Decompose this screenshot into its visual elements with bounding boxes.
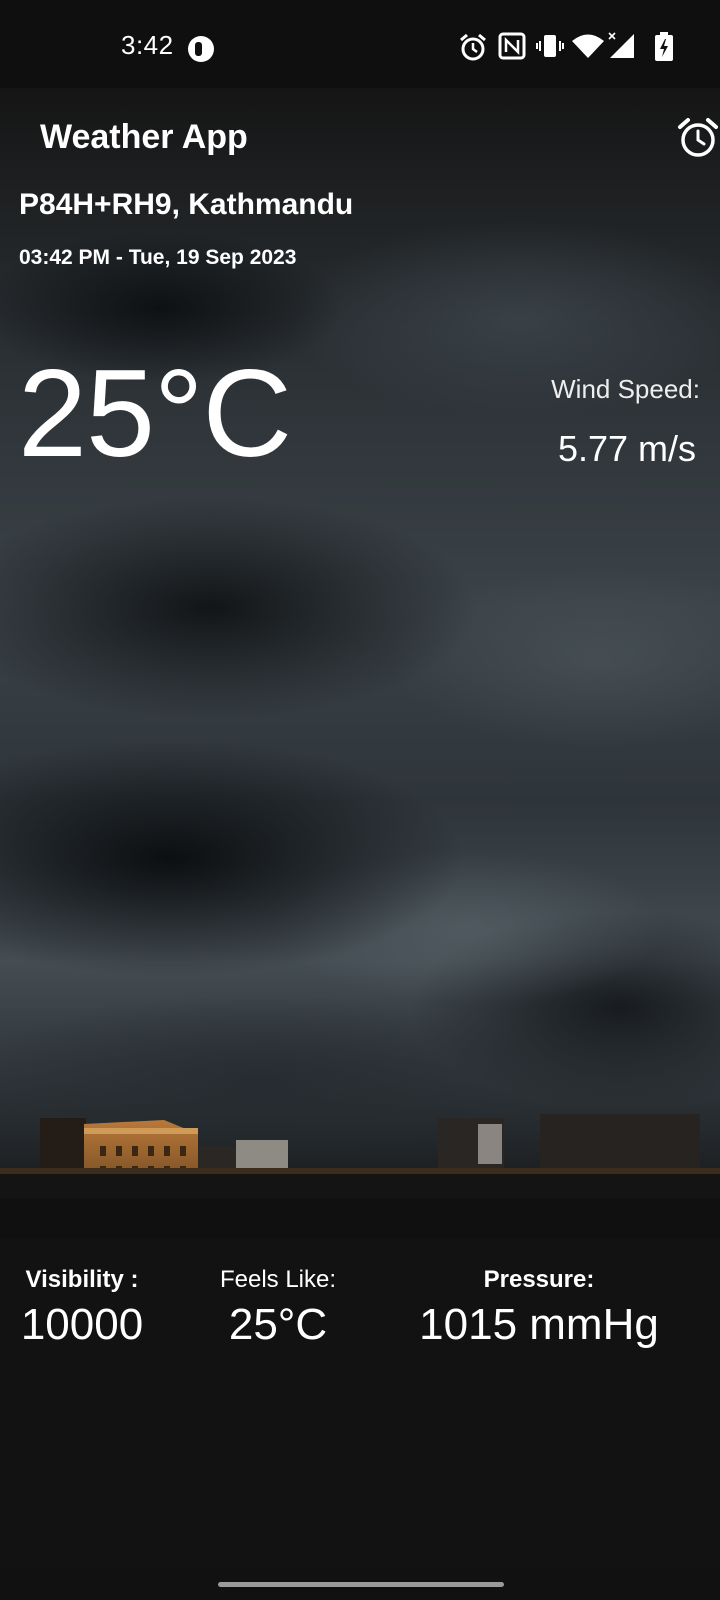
- alarm-clock-icon[interactable]: [676, 116, 720, 160]
- signal-icon: [608, 32, 634, 58]
- alarm-icon: [460, 33, 486, 61]
- current-temperature: 25°C: [18, 345, 292, 483]
- feels-like-stat: Feels Like: 25°C: [198, 1266, 358, 1350]
- weather-screen: 3:42 Weather App P84H+RH9, Kathmandu 03:…: [0, 0, 720, 1600]
- pressure-value: 1015 mmHg: [419, 1300, 659, 1349]
- app-title: Weather App: [40, 118, 248, 156]
- app-notification-icon: [188, 36, 214, 62]
- battery-charging-icon: [655, 32, 673, 61]
- pressure-stat: Pressure: 1015 mmHg: [398, 1266, 680, 1350]
- location-name: P84H+RH9, Kathmandu: [19, 188, 354, 221]
- gesture-handle[interactable]: [218, 1582, 504, 1587]
- city-skyline-image: [0, 1114, 720, 1238]
- wind-speed-label: Wind Speed:: [551, 374, 700, 404]
- nfc-icon: [498, 32, 526, 60]
- visibility-label: Visibility :: [25, 1266, 139, 1293]
- navigation-bar: [0, 1568, 720, 1600]
- status-icons: [458, 32, 674, 64]
- pressure-label: Pressure:: [483, 1266, 595, 1293]
- vibrate-icon: [536, 35, 564, 57]
- wifi-icon: [572, 34, 604, 58]
- current-datetime: 03:42 PM - Tue, 19 Sep 2023: [19, 246, 297, 269]
- visibility-stat: Visibility : 10000: [0, 1266, 164, 1350]
- weather-stats: Visibility : 10000 Feels Like: 25°C Pres…: [0, 1238, 720, 1578]
- visibility-value: 10000: [20, 1300, 144, 1349]
- feels-like-label: Feels Like:: [219, 1266, 337, 1293]
- feels-like-value: 25°C: [228, 1300, 328, 1349]
- status-time: 3:42: [121, 30, 174, 60]
- status-bar: 3:42: [0, 0, 720, 88]
- wind-speed-value: 5.77 m/s: [557, 428, 696, 469]
